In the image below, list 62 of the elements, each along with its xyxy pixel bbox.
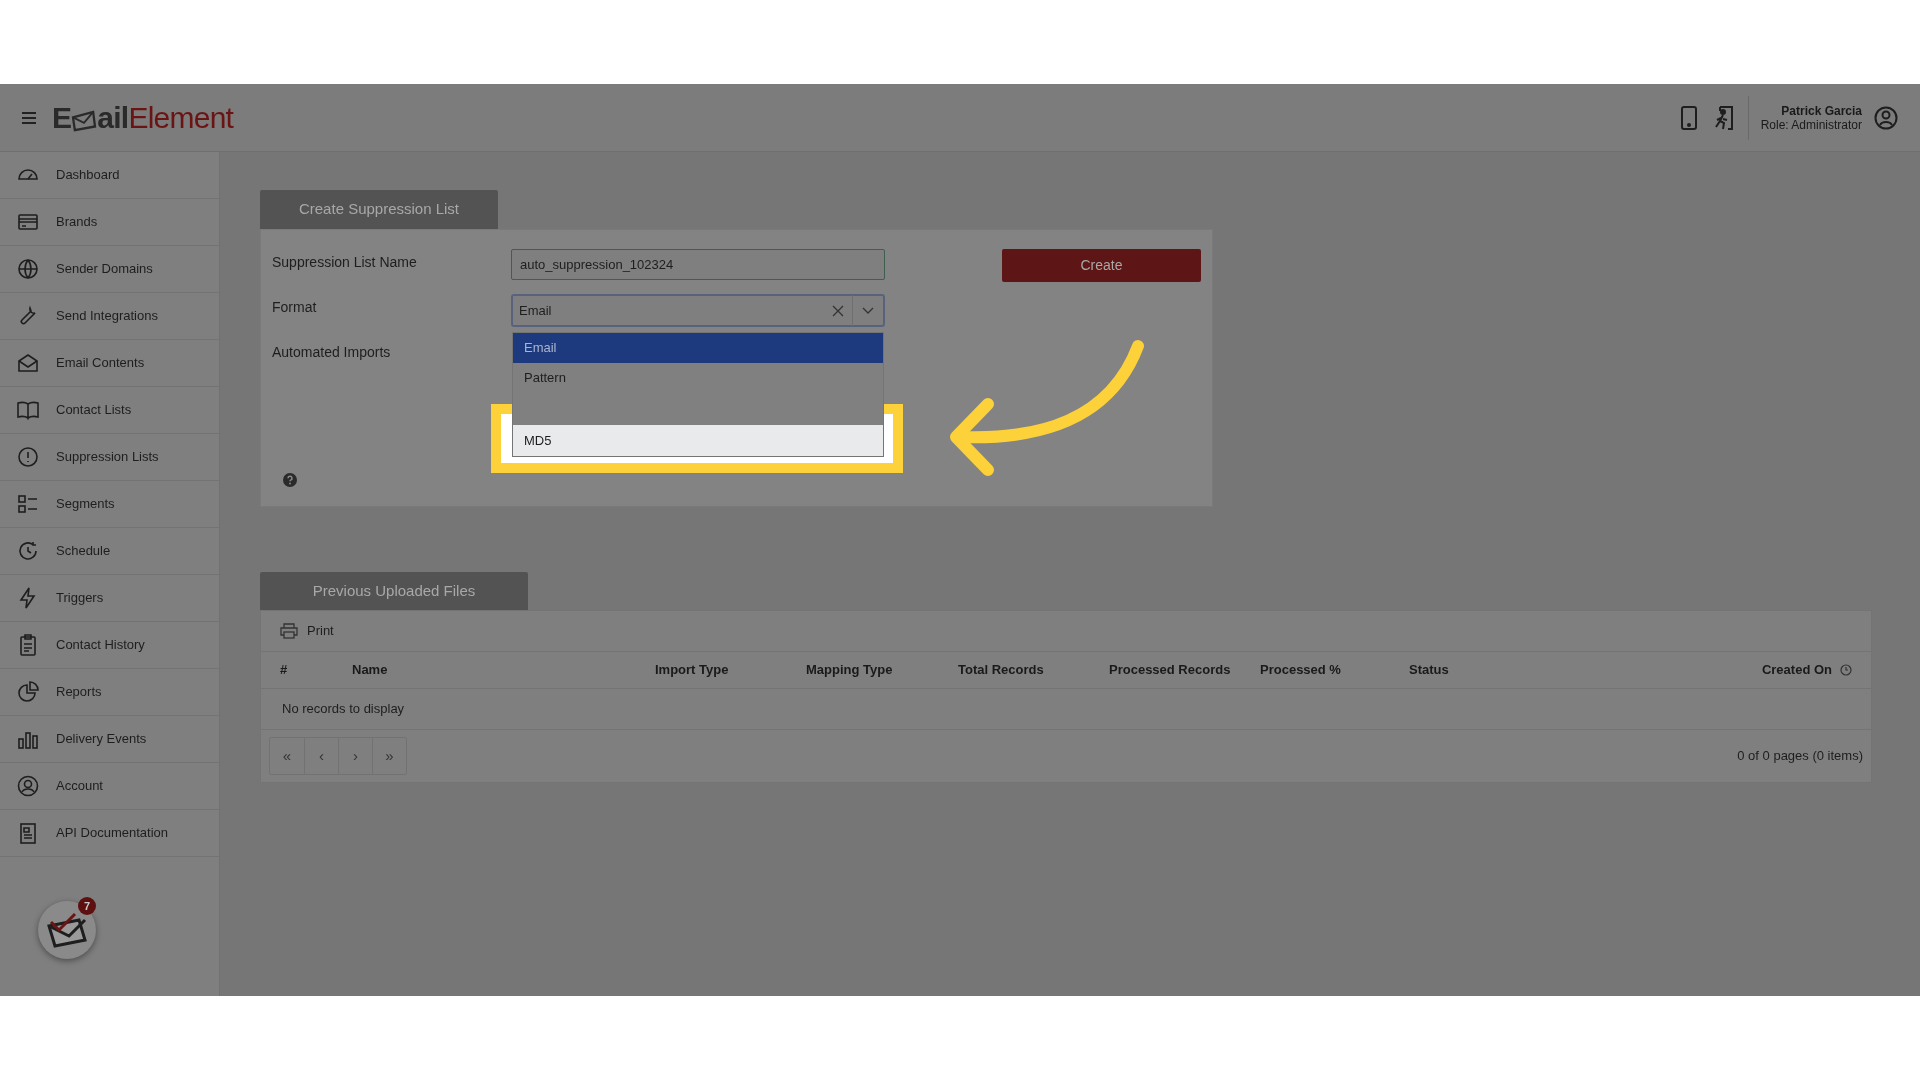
notification-badge: 7	[78, 897, 96, 915]
sidebar-item[interactable]: Email Contents	[0, 340, 219, 387]
pie-chart-icon	[16, 680, 40, 704]
column-header[interactable]: Processed Records	[1109, 662, 1231, 678]
dropdown-option[interactable]: Email	[513, 333, 883, 363]
phone-icon[interactable]	[1679, 104, 1698, 131]
column-header[interactable]: Name	[352, 662, 388, 678]
printer-icon	[280, 623, 298, 639]
help-icon[interactable]	[283, 473, 297, 487]
print-button[interactable]: Print	[280, 621, 334, 641]
envelope-check-icon	[45, 912, 89, 948]
text-field[interactable]: auto_suppression_102324	[511, 249, 885, 280]
column-header[interactable]: Total Records	[958, 662, 1044, 678]
dropdown-option[interactable]: Pattern	[513, 363, 883, 393]
logo: E ailElement	[52, 102, 234, 133]
sidebar-item[interactable]: Contact Lists	[0, 387, 219, 434]
user-name: Patrick Garcia	[1781, 103, 1862, 118]
sidebar-item[interactable]: Segments	[0, 481, 219, 528]
sidebar-item[interactable]: Sender Domains	[0, 246, 219, 293]
sidebar-item[interactable]: Brands	[0, 199, 219, 246]
column-header[interactable]: Status	[1409, 662, 1449, 678]
sidebar-item[interactable]: Triggers	[0, 575, 219, 622]
sidebar-item[interactable]: Delivery Events	[0, 716, 219, 763]
page-info: 0 of 0 pages (0 items)	[1737, 747, 1863, 766]
field-label: Format	[271, 298, 318, 317]
sidebar-item[interactable]: Contact History	[0, 622, 219, 669]
user-role: Role: Administrator	[1760, 117, 1862, 132]
user-avatar-icon[interactable]	[1874, 105, 1898, 130]
column-header[interactable]: Created On	[1761, 660, 1832, 680]
column-header[interactable]: #	[280, 662, 288, 678]
sidebar-item[interactable]: Suppression Lists	[0, 434, 219, 481]
globe-icon	[16, 257, 40, 281]
form-tab[interactable]: Create Suppression List	[260, 190, 498, 229]
dropdown-option[interactable]: MD5	[513, 425, 883, 456]
create-button[interactable]: Create	[1002, 249, 1201, 282]
sidebar-item[interactable]: Schedule	[0, 528, 219, 575]
sidebar-item[interactable]: Account	[0, 763, 219, 810]
user-icon	[16, 774, 40, 798]
list-icon	[16, 492, 40, 516]
clock-icon	[1840, 664, 1852, 676]
clock-icon	[16, 539, 40, 563]
menu-icon[interactable]	[22, 111, 36, 124]
pager-button[interactable]: «	[270, 738, 304, 774]
sidebar-item[interactable]: Send Integrations	[0, 293, 219, 340]
column-header[interactable]: Processed %	[1260, 662, 1341, 678]
column-header[interactable]: Import Type	[655, 662, 729, 678]
sidebar-item[interactable]: Reports	[0, 669, 219, 716]
field-label: Suppression List Name	[271, 253, 418, 272]
sidebar-item[interactable]: Dashboard	[0, 152, 219, 199]
alert-icon	[16, 445, 40, 469]
pager-button[interactable]: »	[372, 738, 406, 774]
pager-button[interactable]: ›	[338, 738, 372, 774]
pager-button[interactable]: ‹	[304, 738, 338, 774]
sidebar-item[interactable]: API Documentation	[0, 810, 219, 857]
envelope-icon	[16, 351, 40, 375]
chevron-down-icon[interactable]	[862, 306, 874, 315]
field-label: Automated Imports	[271, 343, 392, 362]
empty-message: No records to display	[282, 700, 405, 719]
column-header[interactable]: Mapping Type	[806, 662, 893, 678]
select-field[interactable]: Email	[511, 294, 885, 327]
clear-icon[interactable]	[832, 304, 844, 317]
uploads-tab[interactable]: Previous Uploaded Files	[260, 572, 528, 610]
